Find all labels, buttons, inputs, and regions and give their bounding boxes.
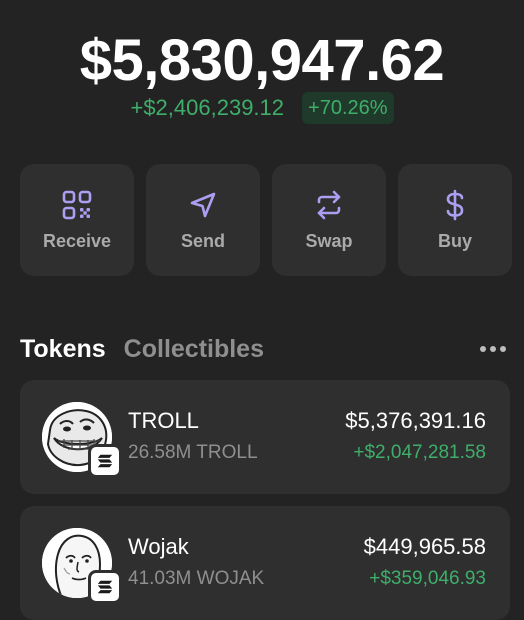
send-button[interactable]: Send — [146, 164, 260, 276]
swap-button[interactable]: Swap — [272, 164, 386, 276]
balance-change-row: +$2,406,239.12 +70.26% — [0, 92, 524, 124]
buy-button[interactable]: Buy — [398, 164, 512, 276]
buy-label: Buy — [437, 230, 472, 251]
balance-change-percent: +70.26% — [302, 92, 394, 124]
token-value: $5,376,391.16 — [345, 408, 486, 433]
token-row[interactable]: TROLL 26.58M TROLL $5,376,391.16 +$2,047… — [20, 380, 510, 494]
token-value-change: +$359,046.93 — [369, 568, 486, 589]
asset-tabs: Tokens Collectibles — [20, 334, 506, 364]
token-value: $449,965.58 — [363, 534, 486, 559]
swap-label: Swap — [305, 230, 353, 251]
more-dot-icon — [500, 346, 506, 352]
dollar-icon — [446, 189, 464, 220]
more-dot-icon — [480, 346, 486, 352]
action-buttons: Receive Send Swap Buy — [20, 164, 514, 276]
token-name: TROLL — [128, 408, 199, 433]
more-dot-icon — [490, 346, 496, 352]
tab-tokens[interactable]: Tokens — [20, 335, 106, 364]
total-balance: $5,830,947.62 — [79, 28, 445, 93]
balance-change-amount: +$2,406,239.12 — [130, 95, 285, 120]
solana-chain-badge — [88, 570, 122, 604]
swap-icon — [317, 190, 341, 219]
more-options-button[interactable] — [480, 334, 506, 364]
tab-collectibles[interactable]: Collectibles — [124, 335, 264, 364]
token-value-change: +$2,047,281.58 — [353, 442, 486, 463]
solana-icon — [97, 454, 113, 468]
receive-button[interactable]: Receive — [20, 164, 134, 276]
receive-label: Receive — [42, 230, 112, 251]
send-icon — [190, 192, 216, 217]
qr-code-icon — [62, 190, 92, 219]
token-amount: 41.03M WOJAK — [128, 568, 265, 589]
solana-chain-badge — [88, 444, 122, 478]
solana-icon — [97, 580, 113, 594]
token-name: Wojak — [128, 534, 189, 559]
token-amount: 26.58M TROLL — [128, 442, 258, 463]
send-label: Send — [180, 230, 225, 251]
token-row[interactable]: Wojak 41.03M WOJAK $449,965.58 +$359,046… — [20, 506, 510, 620]
